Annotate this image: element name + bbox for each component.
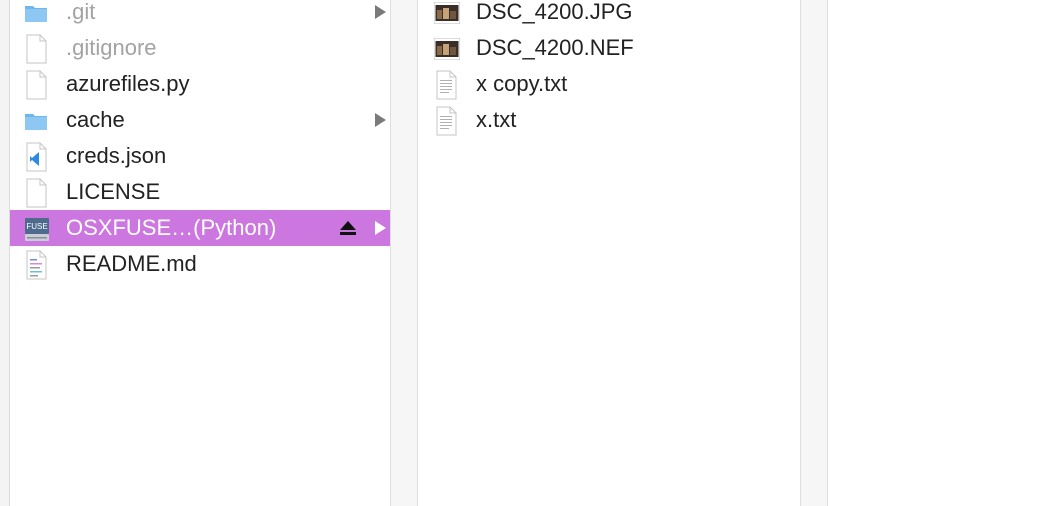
folder-icon: [24, 1, 48, 25]
list-item-git[interactable]: .git: [10, 0, 390, 30]
column-2[interactable]: DSC_4200.JPG DSC_4200.NEF x copy.txt x.t…: [418, 0, 800, 506]
file-name: OSXFUSE…(Python): [66, 215, 277, 240]
vscode-document-icon: [24, 142, 48, 172]
list-item-azurefiles-py[interactable]: azurefiles.py: [10, 66, 390, 102]
document-icon: [24, 178, 48, 208]
document-icon: [24, 34, 48, 64]
file-name: azurefiles.py: [66, 71, 190, 96]
list-item-x-copy-txt[interactable]: x copy.txt: [418, 66, 800, 102]
image-thumbnail-icon: [433, 1, 461, 25]
fuse-drive-icon: FUSE: [24, 217, 49, 241]
disclosure-arrow-icon[interactable]: [375, 5, 386, 19]
list-item-license[interactable]: LICENSE: [10, 174, 390, 210]
file-name: creds.json: [66, 143, 167, 168]
window-left-edge: [0, 0, 10, 506]
file-name: DSC_4200.JPG: [476, 0, 633, 24]
image-thumbnail-icon: [433, 37, 461, 61]
column-divider[interactable]: [800, 0, 828, 506]
folder-icon: [24, 109, 48, 133]
column-3-empty[interactable]: [828, 0, 1054, 506]
column-divider[interactable]: [390, 0, 418, 506]
text-document-icon: [24, 250, 48, 280]
list-item-cache[interactable]: cache: [10, 102, 390, 138]
file-name: x.txt: [476, 107, 517, 132]
list-item-osxfuse-volume[interactable]: FUSE OSXFUSE…(Python): [10, 210, 390, 246]
list-item-dsc-4200-jpg[interactable]: DSC_4200.JPG: [418, 0, 800, 30]
list-item-gitignore[interactable]: .gitignore: [10, 30, 390, 66]
file-name: README.md: [66, 251, 197, 276]
file-name: DSC_4200.NEF: [476, 35, 634, 60]
text-document-icon: [434, 70, 458, 100]
file-name: x copy.txt: [476, 71, 568, 96]
file-name: .gitignore: [66, 35, 157, 60]
disclosure-arrow-icon[interactable]: [375, 221, 386, 235]
list-item-dsc-4200-nef[interactable]: DSC_4200.NEF: [418, 30, 800, 66]
document-icon: [24, 70, 48, 100]
svg-text:FUSE: FUSE: [26, 222, 47, 231]
text-document-icon: [434, 106, 458, 136]
file-name: .git: [66, 0, 96, 24]
file-name: LICENSE: [66, 179, 161, 204]
list-item-creds-json[interactable]: creds.json: [10, 138, 390, 174]
list-item-x-txt[interactable]: x.txt: [418, 102, 800, 138]
eject-icon[interactable]: [339, 220, 357, 236]
file-name: cache: [66, 107, 125, 132]
disclosure-arrow-icon[interactable]: [375, 113, 386, 127]
list-item-readme-md[interactable]: README.md: [10, 246, 390, 282]
column-1[interactable]: .git .gitignore azurefiles.py cache cred…: [10, 0, 390, 506]
